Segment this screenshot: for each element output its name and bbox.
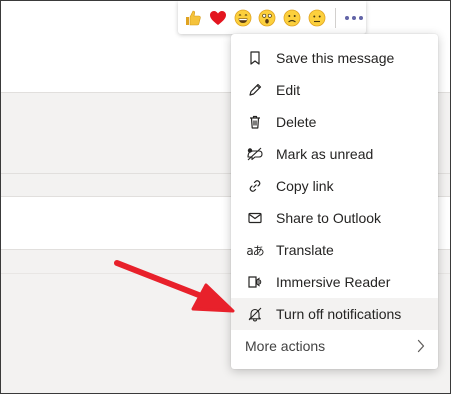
menu-item-translate[interactable]: aあ Translate [231,234,438,266]
surprised-reaction[interactable] [257,6,279,30]
teams-chat-window: Save this message Edit Delete Mark as un… [0,0,451,394]
dot [352,15,357,20]
sad-face-icon [283,9,301,26]
more-actions-label: More actions [245,338,326,354]
menu-item-label: Mark as unread [276,146,374,162]
unread-icon [245,144,265,164]
bookmark-icon [245,48,265,68]
menu-item-label: Translate [276,242,334,258]
mail-icon [245,208,265,228]
reaction-bar [178,1,366,34]
frowning-face-icon [308,9,326,26]
menu-item-edit[interactable]: Edit [231,74,438,106]
menu-item-label: Turn off notifications [276,306,402,322]
bell-off-icon [245,304,265,324]
menu-item-save-message[interactable]: Save this message [231,42,438,74]
reaction-divider [335,7,337,28]
dot [345,15,350,20]
menu-item-label: Edit [276,82,301,98]
menu-item-label: Save this message [276,50,395,66]
laughing-face-icon [234,9,252,26]
message-context-menu: Save this message Edit Delete Mark as un… [231,34,438,369]
like-reaction[interactable] [182,6,204,30]
pencil-icon [245,80,265,100]
immersive-reader-icon [245,272,265,292]
translate-glyph: aあ [246,243,264,258]
dot [359,15,364,20]
menu-item-immersive-reader[interactable]: Immersive Reader [231,266,438,298]
chevron-right-icon [416,339,426,353]
trash-icon [245,112,265,132]
heart-icon [209,10,226,25]
thumbs-up-icon [185,10,201,25]
menu-item-share-to-outlook[interactable]: Share to Outlook [231,202,438,234]
menu-item-label: Delete [276,114,317,130]
menu-item-label: Immersive Reader [276,274,391,290]
translate-icon: aあ [245,240,265,260]
sad-reaction[interactable] [281,6,303,30]
menu-item-delete[interactable]: Delete [231,106,438,138]
menu-item-more-actions[interactable]: More actions [231,330,438,362]
menu-item-copy-link[interactable]: Copy link [231,170,438,202]
link-icon [245,176,265,196]
laugh-reaction[interactable] [232,6,254,30]
menu-item-label: Share to Outlook [276,210,382,226]
angry-reaction[interactable] [306,6,328,30]
menu-item-turn-off-notifications[interactable]: Turn off notifications [231,298,438,330]
heart-reaction[interactable] [207,6,229,30]
menu-item-label: Copy link [276,178,334,194]
surprised-face-icon [259,9,276,26]
menu-item-mark-as-unread[interactable]: Mark as unread [231,138,438,170]
more-options-button[interactable] [342,6,366,30]
